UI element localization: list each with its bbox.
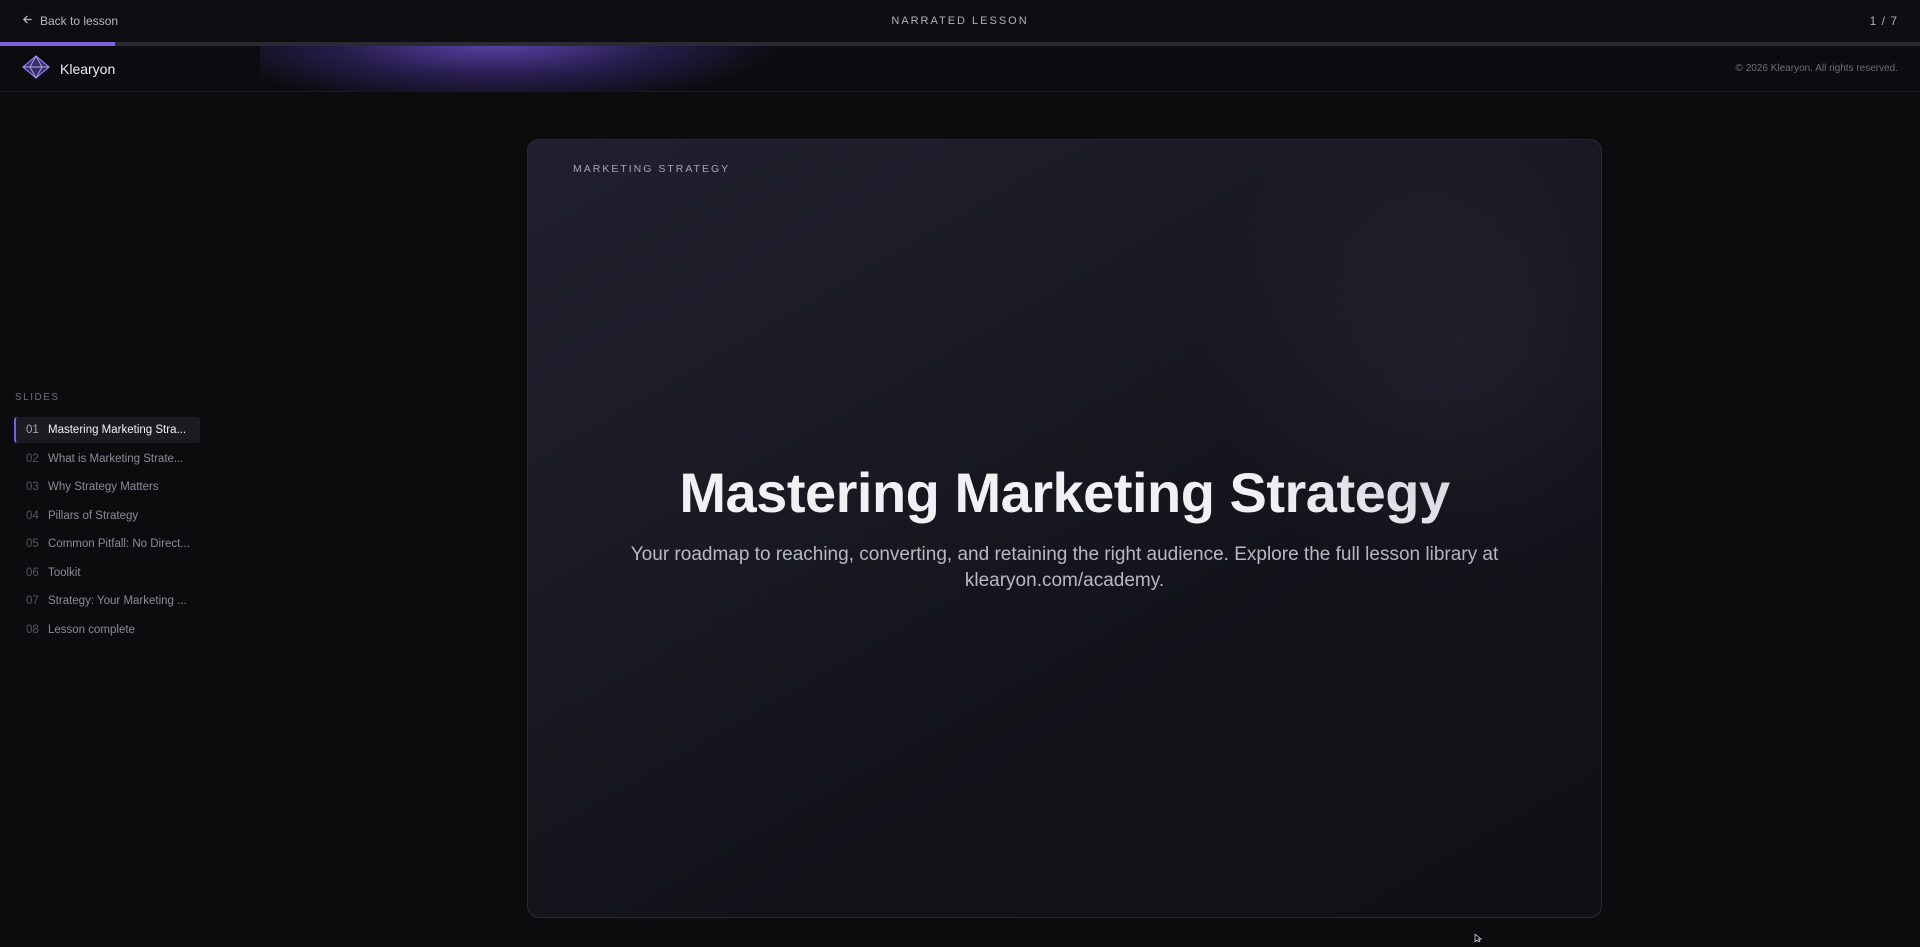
- slide-stage: MARKETING STRATEGY Mastering Marketing S…: [527, 139, 1602, 918]
- klearyon-logo-icon: [22, 55, 50, 82]
- slide-number: 06: [26, 566, 39, 579]
- slide-number: 04: [26, 509, 39, 522]
- lesson-mode-title: NARRATED LESSON: [891, 15, 1029, 27]
- sidebar-slide-item[interactable]: 03 Why Strategy Matters: [14, 474, 200, 500]
- brand: Klearyon: [22, 55, 115, 82]
- sidebar-slide-item[interactable]: 05 Common Pitfall: No Direct...: [14, 531, 200, 557]
- slide-number: 05: [26, 538, 39, 550]
- sidebar-slide-item[interactable]: 04 Pillars of Strategy: [14, 503, 200, 529]
- arrow-left-icon: [22, 14, 33, 28]
- copyright-text: © 2026 Klearyon. All rights reserved.: [1735, 63, 1898, 74]
- brand-bar: Klearyon © 2026 Klearyon. All rights res…: [0, 46, 1920, 92]
- slide-counter: 1 / 7: [1869, 14, 1898, 28]
- slide-label: Strategy: Your Marketing ...: [48, 595, 187, 607]
- brand-glow: [260, 46, 780, 91]
- slide-eyebrow: MARKETING STRATEGY: [573, 163, 731, 175]
- slide-number: 03: [26, 481, 39, 493]
- slide-title: Mastering Marketing Strategy: [679, 461, 1450, 524]
- sidebar-slide-item[interactable]: 01 Mastering Marketing Stra...: [14, 417, 200, 443]
- sidebar-slide-item[interactable]: 02 What is Marketing Strate...: [14, 446, 200, 472]
- mouse-cursor-icon: [1474, 929, 1484, 943]
- back-to-lesson-label: Back to lesson: [40, 14, 119, 28]
- slides-heading: SLIDES: [15, 392, 60, 403]
- slide-number: 08: [26, 623, 39, 636]
- slides-list: 01 Mastering Marketing Stra... 02 What is M…: [14, 417, 200, 643]
- slide-number: 01: [26, 424, 39, 436]
- sidebar-slide-item[interactable]: 06 Toolkit: [14, 560, 200, 586]
- slide-label: Lesson complete: [48, 623, 135, 636]
- slide-subtitle: Your roadmap to reaching, converting, an…: [630, 544, 1499, 591]
- slide-number: 07: [26, 595, 39, 607]
- slide-label: Common Pitfall: No Direct...: [48, 538, 190, 550]
- sidebar-slide-item[interactable]: 07 Strategy: Your Marketing ...: [14, 588, 200, 614]
- slide-label: Mastering Marketing Stra...: [48, 424, 187, 436]
- brand-name: Klearyon: [60, 60, 116, 77]
- sidebar-slide-item[interactable]: 08 Lesson complete: [14, 617, 200, 643]
- slide-label: Why Strategy Matters: [48, 481, 159, 493]
- slide-number: 02: [26, 452, 39, 465]
- slide-label: Pillars of Strategy: [48, 509, 139, 522]
- slide-label: What is Marketing Strate...: [48, 452, 184, 465]
- back-to-lesson-link[interactable]: Back to lesson: [22, 14, 118, 28]
- slides-sidebar: SLIDES 01 Mastering Marketing Stra... 02 Wh…: [14, 392, 200, 645]
- top-bar: Back to lesson NARRATED LESSON 1 / 7: [0, 0, 1920, 42]
- slide-label: Toolkit: [48, 566, 81, 579]
